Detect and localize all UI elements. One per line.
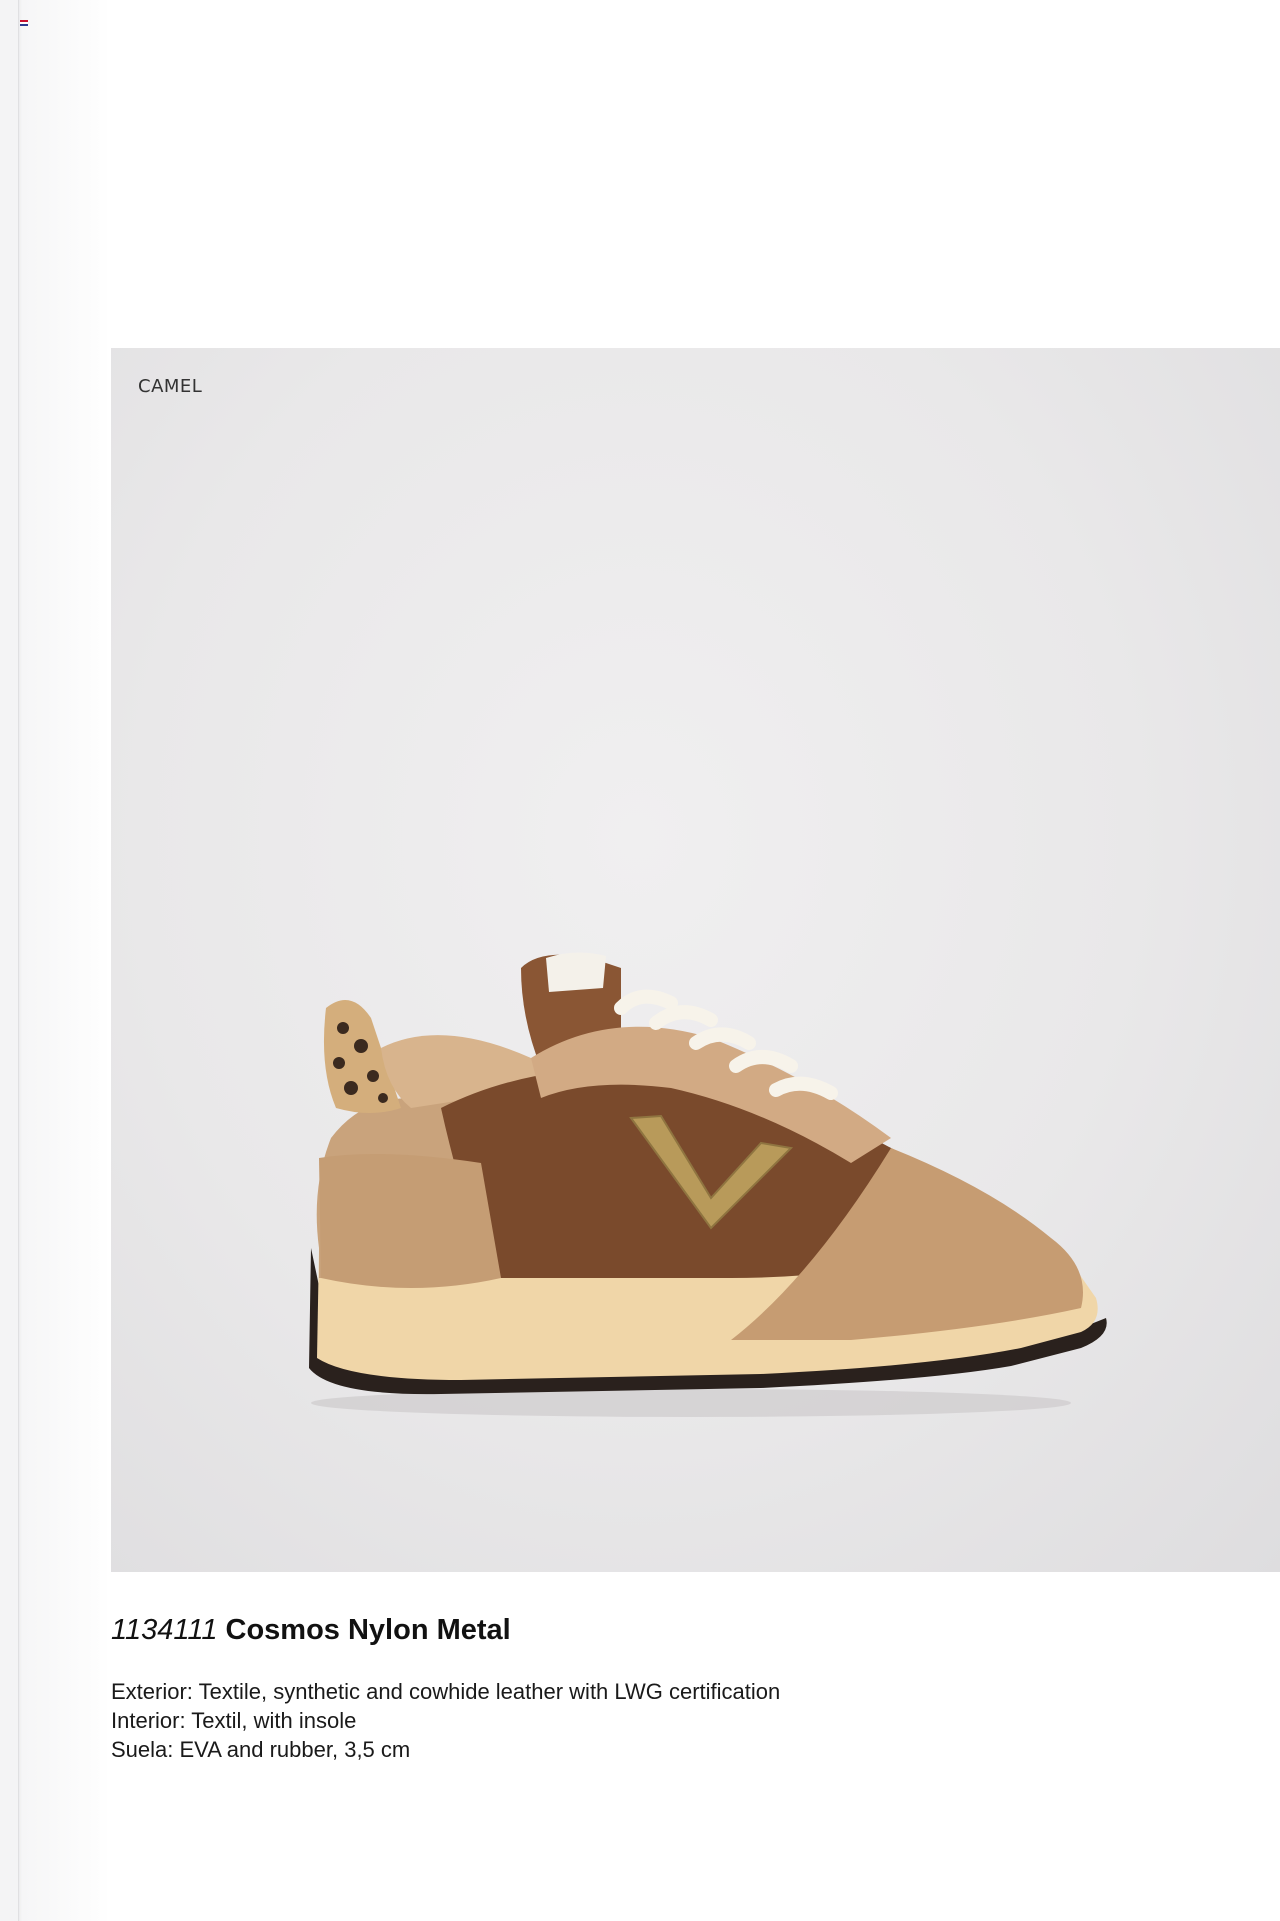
spec-interior: Interior: Textil, with insole — [111, 1708, 357, 1733]
tongue-label — [546, 952, 606, 992]
product-code: 1134111 — [111, 1614, 218, 1646]
product-name: Cosmos Nylon Metal — [225, 1614, 511, 1646]
sneaker-illustration — [309, 952, 1107, 1417]
spec-sole: Suela: EVA and rubber, 3,5 cm — [111, 1737, 411, 1762]
product-photo: CAMEL — [111, 348, 1280, 1572]
spec-exterior: Exterior: Textile, synthetic and cowhide… — [111, 1679, 781, 1704]
heel-suede — [319, 1154, 501, 1288]
language-flag-icon[interactable] — [20, 20, 28, 26]
color-variant-label: CAMEL — [138, 376, 203, 397]
product-title: 1134111 Cosmos Nylon Metal — [111, 1612, 511, 1648]
page-edge-divider — [18, 0, 19, 1921]
flag-stripe-bottom — [20, 24, 28, 26]
catalog-page: CAMEL 1134111 Cosmos Nylon Metal Exterio… — [0, 0, 1280, 1921]
product-specs: Exterior: Textile, synthetic and cowhide… — [111, 1677, 780, 1764]
